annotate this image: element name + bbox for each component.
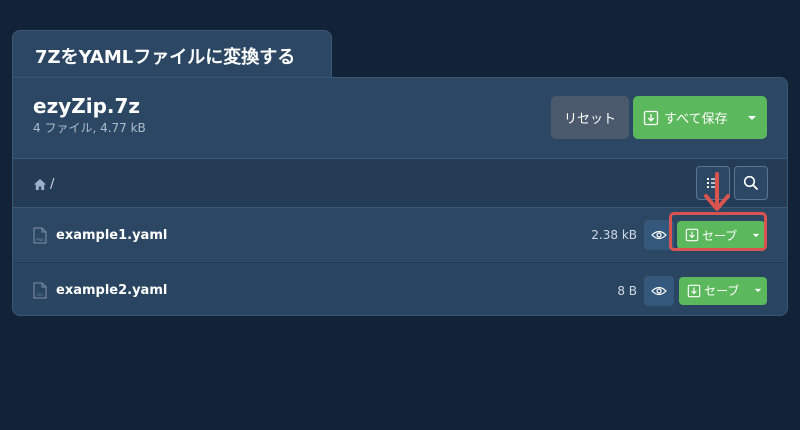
file-toolbar: / <box>13 158 787 208</box>
reset-button-label: リセット <box>563 112 616 127</box>
file-row: TXT example2.yaml 8 B セーブ <box>13 263 787 315</box>
archive-name: ezyZip.7z <box>33 94 141 118</box>
file-save-button[interactable]: セーブ <box>679 276 767 305</box>
page-tab-title: 7ZをYAMLファイルに変換する <box>12 30 332 78</box>
file-icon: PNG <box>33 227 47 243</box>
file-save-label: セーブ <box>704 284 740 298</box>
file-icon-label: TXT <box>36 293 45 297</box>
page-title: 7ZをYAMLファイルに変換する <box>35 47 296 68</box>
file-size: 8 B <box>617 283 637 298</box>
caret-down-icon <box>748 115 756 120</box>
download-icon <box>687 284 701 297</box>
breadcrumb-separator: / <box>50 177 55 192</box>
archive-panel: ezyZip.7z 4 ファイル, 4.77 kB リセット すべて保存 / P… <box>12 77 788 316</box>
file-name: example1.yaml <box>56 227 168 243</box>
file-name: example2.yaml <box>56 283 168 298</box>
file-icon: TXT <box>33 282 47 299</box>
archive-meta: 4 ファイル, 4.77 kB <box>33 121 146 135</box>
search-button[interactable] <box>734 166 768 200</box>
download-icon <box>643 110 659 125</box>
eye-icon <box>651 286 667 295</box>
reset-button[interactable]: リセット <box>551 96 629 139</box>
arrow-down-icon <box>704 172 730 211</box>
home-icon[interactable] <box>33 178 47 191</box>
file-save-main[interactable]: セーブ <box>679 282 749 299</box>
highlight-box <box>669 212 767 251</box>
save-all-label: すべて保存 <box>664 112 728 127</box>
archive-header: ezyZip.7z 4 ファイル, 4.77 kB リセット すべて保存 <box>13 78 787 158</box>
file-icon-label: PNG <box>36 238 44 242</box>
save-all-button[interactable]: すべて保存 <box>633 96 767 139</box>
save-all-main[interactable]: すべて保存 <box>633 108 737 127</box>
caret-down-icon <box>754 288 762 293</box>
breadcrumb: / <box>33 177 54 192</box>
file-save-dropdown-toggle[interactable] <box>749 288 767 293</box>
search-icon <box>743 175 759 191</box>
preview-button[interactable] <box>644 275 674 306</box>
save-all-dropdown-toggle[interactable] <box>737 115 767 121</box>
file-size: 2.38 kB <box>591 228 637 242</box>
eye-icon <box>651 230 667 240</box>
